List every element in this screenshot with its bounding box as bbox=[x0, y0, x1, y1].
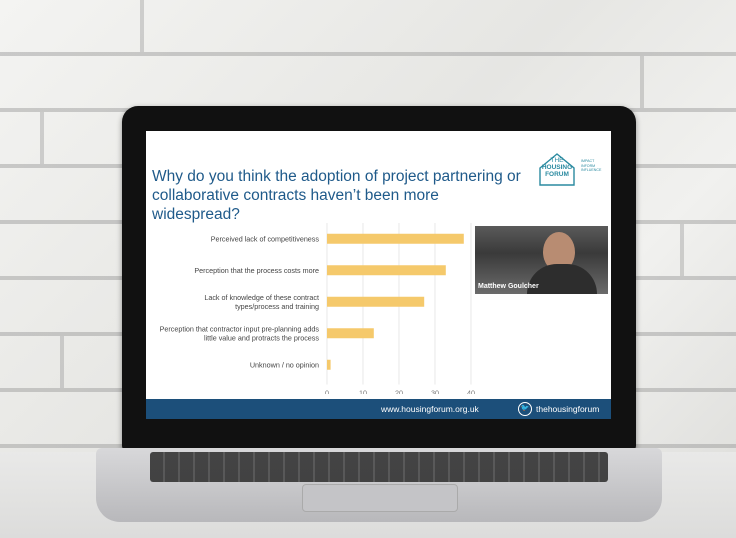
slide-footer: www.housingforum.org.uk 🐦 thehousingforu… bbox=[146, 399, 611, 419]
category-label: Perception that contractor input pre-pla… bbox=[160, 324, 320, 342]
housing-forum-logo: THE HOUSING FORUM IMPACT INFORM INFLUENC… bbox=[535, 151, 605, 191]
brick-joint bbox=[40, 112, 44, 164]
x-tick-label: 40 bbox=[467, 389, 475, 395]
bar bbox=[327, 359, 331, 370]
webcam-video-tile: Matthew Goulcher bbox=[475, 226, 608, 294]
x-tick-label: 10 bbox=[359, 389, 367, 395]
footer-twitter-handle: thehousingforum bbox=[536, 404, 600, 414]
laptop-keyboard bbox=[150, 452, 608, 482]
category-label: Lack of knowledge of these contract types… bbox=[204, 293, 319, 311]
footer-url: www.housingforum.org.uk bbox=[381, 404, 479, 414]
x-tick-label: 30 bbox=[431, 389, 439, 395]
laptop-trackpad bbox=[302, 484, 458, 512]
photo-background: Why do you think the adoption of project… bbox=[0, 0, 736, 538]
slide-title: Why do you think the adoption of project… bbox=[152, 168, 521, 223]
logo-line-3: FORUM bbox=[545, 171, 569, 178]
twitter-icon: 🐦 bbox=[518, 402, 532, 416]
category-label: Perceived lack of competitiveness bbox=[211, 234, 320, 243]
survey-bar-chart: 0 10 20 30 40 Perceived lack of competitivene… bbox=[146, 219, 476, 398]
category-label: Unknown / no opinion bbox=[250, 360, 319, 369]
bar bbox=[327, 265, 446, 276]
presentation-slide: Why do you think the adoption of project… bbox=[146, 131, 611, 419]
logo-tag-3: INFLUENCE bbox=[581, 168, 602, 172]
bar bbox=[327, 233, 464, 244]
brick-joint bbox=[140, 0, 144, 52]
bar bbox=[327, 328, 374, 339]
chart-svg: 0 10 20 30 40 Perceived lack of competitivene… bbox=[160, 223, 475, 398]
brick-joint bbox=[640, 56, 644, 108]
brick-joint bbox=[680, 224, 684, 276]
brick-joint bbox=[60, 336, 64, 388]
category-label: Perception that the process costs more bbox=[194, 266, 319, 275]
logo-tagline: IMPACT INFORM INFLUENCE bbox=[581, 159, 601, 173]
x-tick-label: 20 bbox=[395, 389, 403, 395]
bar bbox=[327, 296, 425, 307]
x-tick-label: 0 bbox=[325, 389, 329, 395]
speaker-name: Matthew Goulcher bbox=[478, 283, 539, 290]
